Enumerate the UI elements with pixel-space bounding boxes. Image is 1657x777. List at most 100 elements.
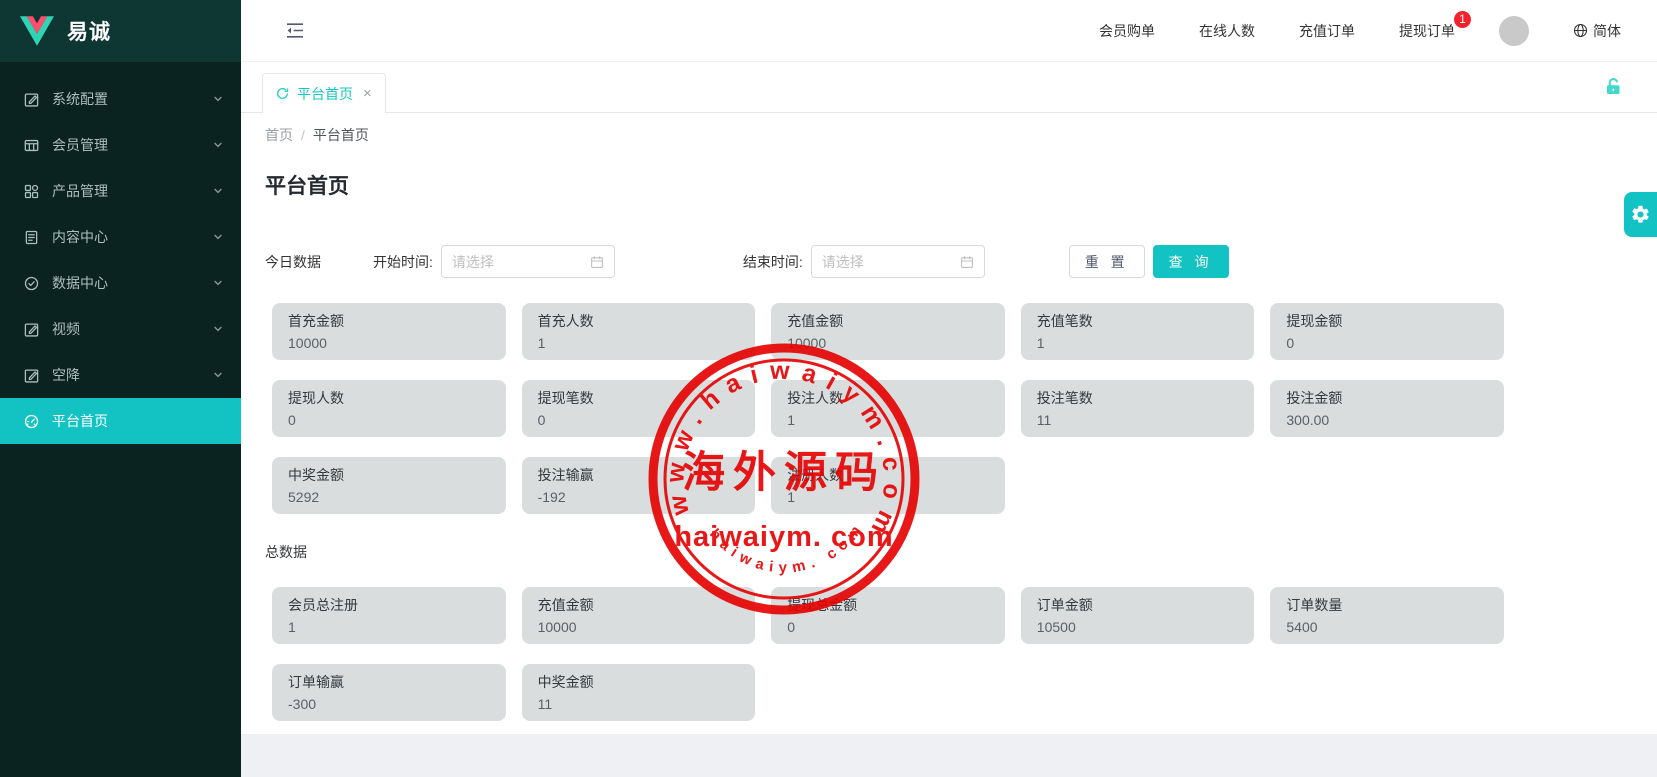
refresh-icon[interactable] [276, 87, 289, 100]
start-time-label: 开始时间: [373, 252, 433, 272]
tab-label: 平台首页 [297, 84, 353, 104]
stat-label: 投注人数 [787, 388, 989, 408]
chevron-down-icon [213, 140, 223, 150]
check-circle-icon [24, 276, 39, 291]
main-area: 会员购单 在线人数 充值订单 提现订单 1 简体 [241, 0, 1657, 777]
stat-value: 10500 [1037, 619, 1239, 635]
top-nav: 会员购单 在线人数 充值订单 提现订单 1 简体 [1099, 16, 1621, 46]
language-switch[interactable]: 简体 [1573, 21, 1621, 41]
stat-value: 1 [538, 335, 740, 351]
nav-member-orders[interactable]: 会员购单 [1099, 21, 1155, 41]
nav-withdraw-orders[interactable]: 提现订单 1 [1399, 21, 1455, 41]
stat-label: 提现笔数 [538, 388, 740, 408]
stat-card: 中奖金额5292 [272, 457, 506, 514]
reset-button[interactable]: 重 置 [1069, 245, 1145, 278]
avatar[interactable] [1499, 16, 1529, 46]
chevron-down-icon [213, 370, 223, 380]
stat-label: 充值金额 [787, 311, 989, 331]
globe-icon [1573, 23, 1588, 38]
stat-card: 提现总金额0 [771, 587, 1005, 644]
chevron-down-icon [213, 278, 223, 288]
start-date-input[interactable]: 请选择 [441, 245, 615, 278]
chevron-down-icon [213, 232, 223, 242]
tab-platform-home[interactable]: 平台首页 × [262, 73, 386, 113]
stat-card: 提现人数0 [272, 380, 506, 437]
brand-logo[interactable]: 易诚 [0, 0, 241, 62]
sidebar-item-platform-home[interactable]: 平台首页 [0, 398, 241, 444]
top-header: 会员购单 在线人数 充值订单 提现订单 1 简体 [241, 0, 1657, 62]
edit-square-icon [24, 92, 39, 107]
query-button[interactable]: 查 询 [1153, 245, 1229, 278]
sidebar-item-member-management[interactable]: 会员管理 [0, 122, 241, 168]
stat-label: 投注笔数 [1037, 388, 1239, 408]
stat-value: -300 [288, 696, 490, 712]
stat-card: 首充金额10000 [272, 303, 506, 360]
stat-label: 订单数量 [1286, 595, 1488, 615]
stat-label: 提现金额 [1286, 311, 1488, 331]
stat-value: 0 [538, 412, 740, 428]
sidebar: 易诚 系统配置会员管理产品管理内容中心数据中心视频空降平台首页 [0, 0, 241, 777]
stat-label: 中奖金额 [538, 672, 740, 692]
stat-label: 订单金额 [1037, 595, 1239, 615]
tab-close-icon[interactable]: × [363, 85, 372, 102]
sidebar-item-label: 会员管理 [52, 135, 108, 155]
stat-value: 11 [538, 696, 740, 712]
unlock-icon[interactable] [1602, 75, 1624, 97]
page-content: 首页/平台首页 平台首页 今日数据 开始时间: 请选择 结束时间: 请选择 [241, 113, 1657, 734]
stat-label: 会员总注册 [288, 595, 490, 615]
sidebar-item-video[interactable]: 视频 [0, 306, 241, 352]
stat-card: 投注金额 300.00 [1270, 380, 1504, 437]
stat-label: 订单输赢 [288, 672, 490, 692]
nav-online-count[interactable]: 在线人数 [1199, 21, 1255, 41]
sidebar-item-airdrop[interactable]: 空降 [0, 352, 241, 398]
sidebar-item-label: 空降 [52, 365, 80, 385]
sidebar-menu: 系统配置会员管理产品管理内容中心数据中心视频空降平台首页 [0, 62, 241, 444]
stat-value: 0 [1286, 335, 1488, 351]
end-time-label: 结束时间: [743, 252, 803, 272]
breadcrumb: 首页/平台首页 [265, 125, 1633, 145]
stat-label: 注册人数 [787, 465, 989, 485]
sidebar-item-label: 系统配置 [52, 89, 108, 109]
breadcrumb-home[interactable]: 首页 [265, 127, 293, 143]
stat-label: 首充金额 [288, 311, 490, 331]
stat-label: 投注金额 [1286, 388, 1488, 408]
today-data-label: 今日数据 [265, 252, 321, 272]
start-date-placeholder: 请选择 [452, 252, 590, 272]
language-label: 简体 [1593, 21, 1621, 41]
stat-card: 订单金额 10500 [1021, 587, 1255, 644]
stat-value: 300.00 [1286, 412, 1488, 428]
sidebar-item-content-center[interactable]: 内容中心 [0, 214, 241, 260]
end-date-input[interactable]: 请选择 [811, 245, 985, 278]
stat-label: 充值笔数 [1037, 311, 1239, 331]
stat-card: 充值笔数1 [1021, 303, 1255, 360]
sidebar-item-data-center[interactable]: 数据中心 [0, 260, 241, 306]
sidebar-collapse-icon[interactable] [285, 22, 305, 39]
stat-card: 投注输赢-192 [522, 457, 756, 514]
sidebar-item-system-config[interactable]: 系统配置 [0, 76, 241, 122]
stat-card: 提现金额 0 [1270, 303, 1504, 360]
sidebar-item-label: 视频 [52, 319, 80, 339]
breadcrumb-current: 平台首页 [313, 127, 369, 143]
settings-gear-button[interactable] [1624, 192, 1657, 237]
brand-v-logo-icon [20, 16, 54, 46]
grid-icon [24, 184, 39, 199]
nav-recharge-orders[interactable]: 充值订单 [1299, 21, 1355, 41]
calendar-icon [590, 255, 604, 269]
edit-square-icon [24, 322, 39, 337]
sidebar-item-label: 平台首页 [52, 411, 108, 431]
stat-card: 投注人数 1 [771, 380, 1005, 437]
sidebar-item-label: 产品管理 [52, 181, 108, 201]
gear-icon [1630, 204, 1651, 225]
stat-card: 充值金额10000 [522, 587, 756, 644]
stat-value: 5292 [288, 489, 490, 505]
stat-value: 1 [787, 412, 989, 428]
stat-value: 1 [288, 619, 490, 635]
stat-card: 订单输赢 -300 [272, 664, 506, 721]
sidebar-item-product-management[interactable]: 产品管理 [0, 168, 241, 214]
edit-square-icon [24, 368, 39, 383]
notification-badge: 1 [1454, 11, 1471, 28]
chevron-down-icon [213, 186, 223, 196]
today-stats-grid: 首充金额10000首充人数1充值金额10000充值笔数1提现金额0提现人数0提现… [272, 303, 1504, 514]
stat-card: 提现笔数 0 [522, 380, 756, 437]
stat-label: 投注输赢 [538, 465, 740, 485]
